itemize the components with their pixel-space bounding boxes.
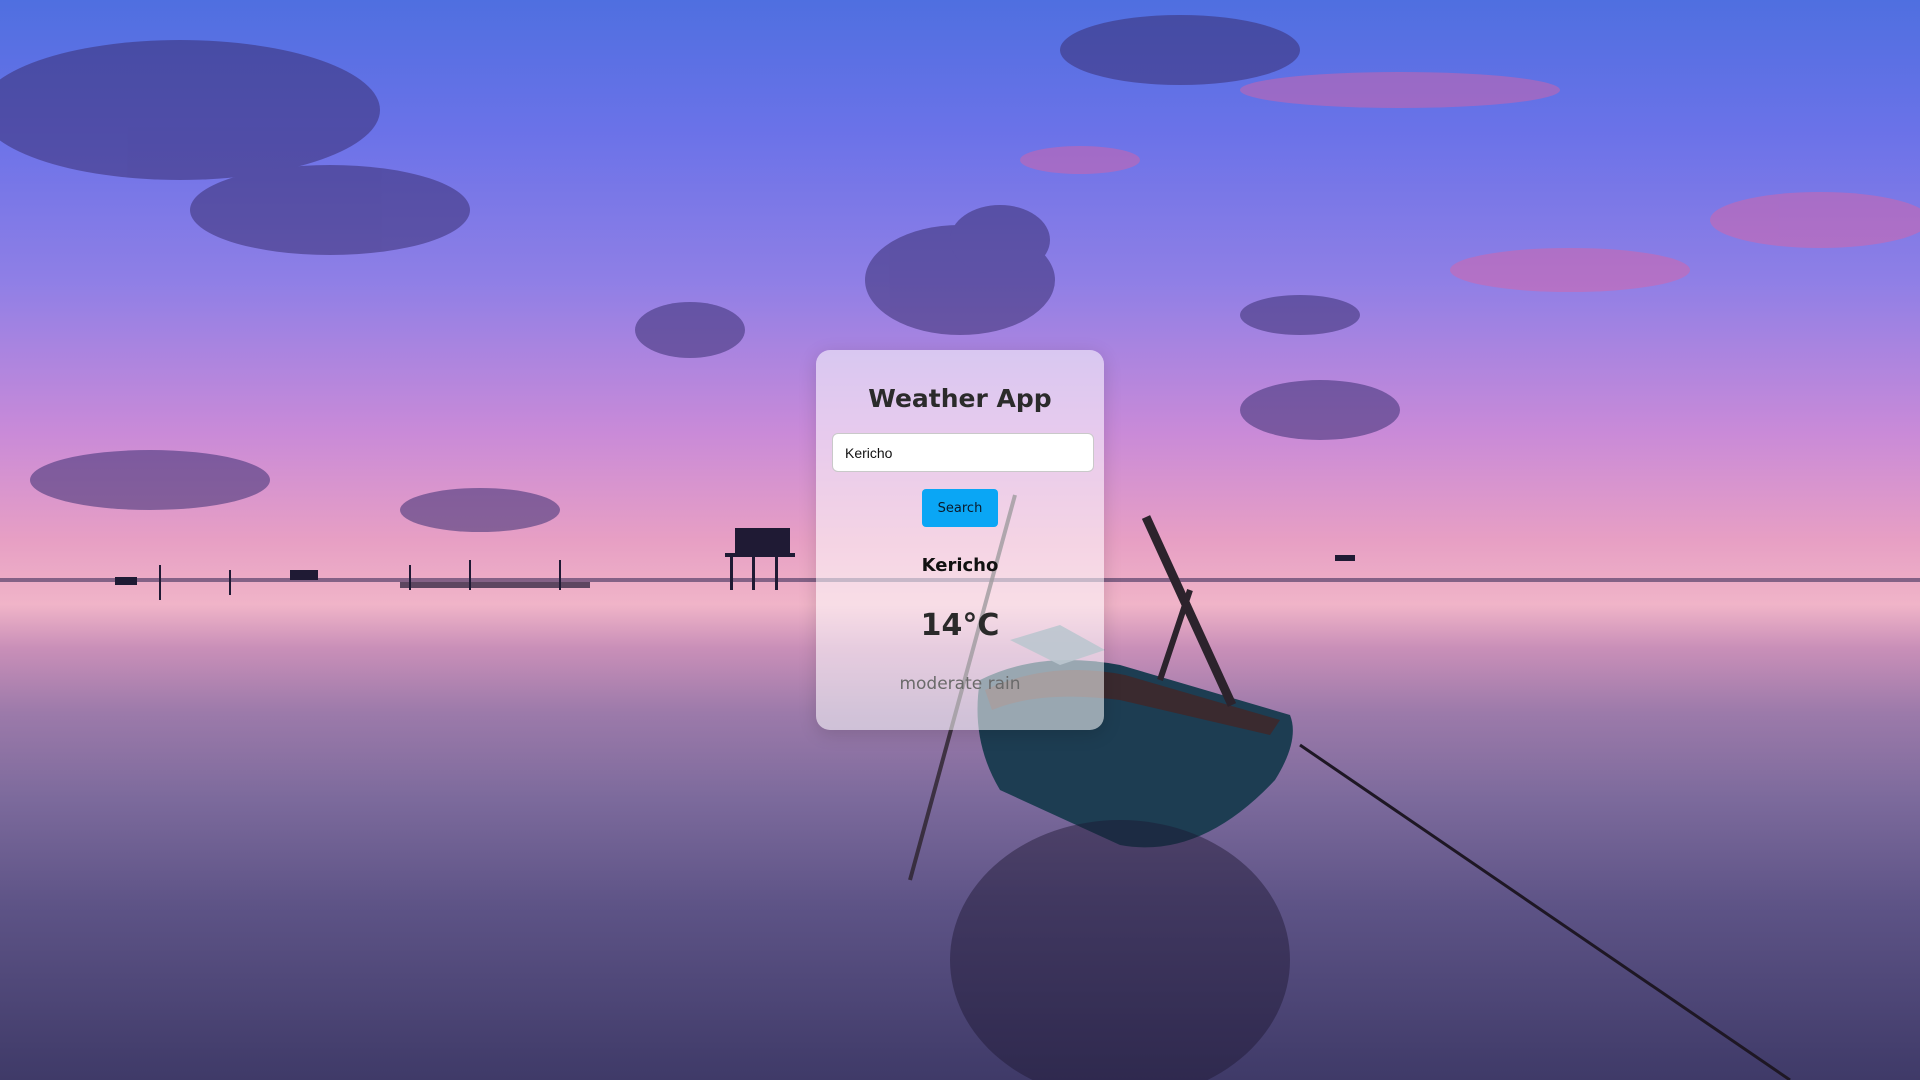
app-title: Weather App xyxy=(868,384,1052,413)
temperature-value: 14°C xyxy=(920,608,1000,643)
search-button[interactable]: Search xyxy=(922,489,998,527)
weather-description: moderate rain xyxy=(899,674,1021,694)
weather-card: Weather App Search Kericho 14°C moderate… xyxy=(816,350,1104,730)
city-search-input[interactable] xyxy=(832,433,1094,472)
city-name: Kericho xyxy=(921,555,999,576)
